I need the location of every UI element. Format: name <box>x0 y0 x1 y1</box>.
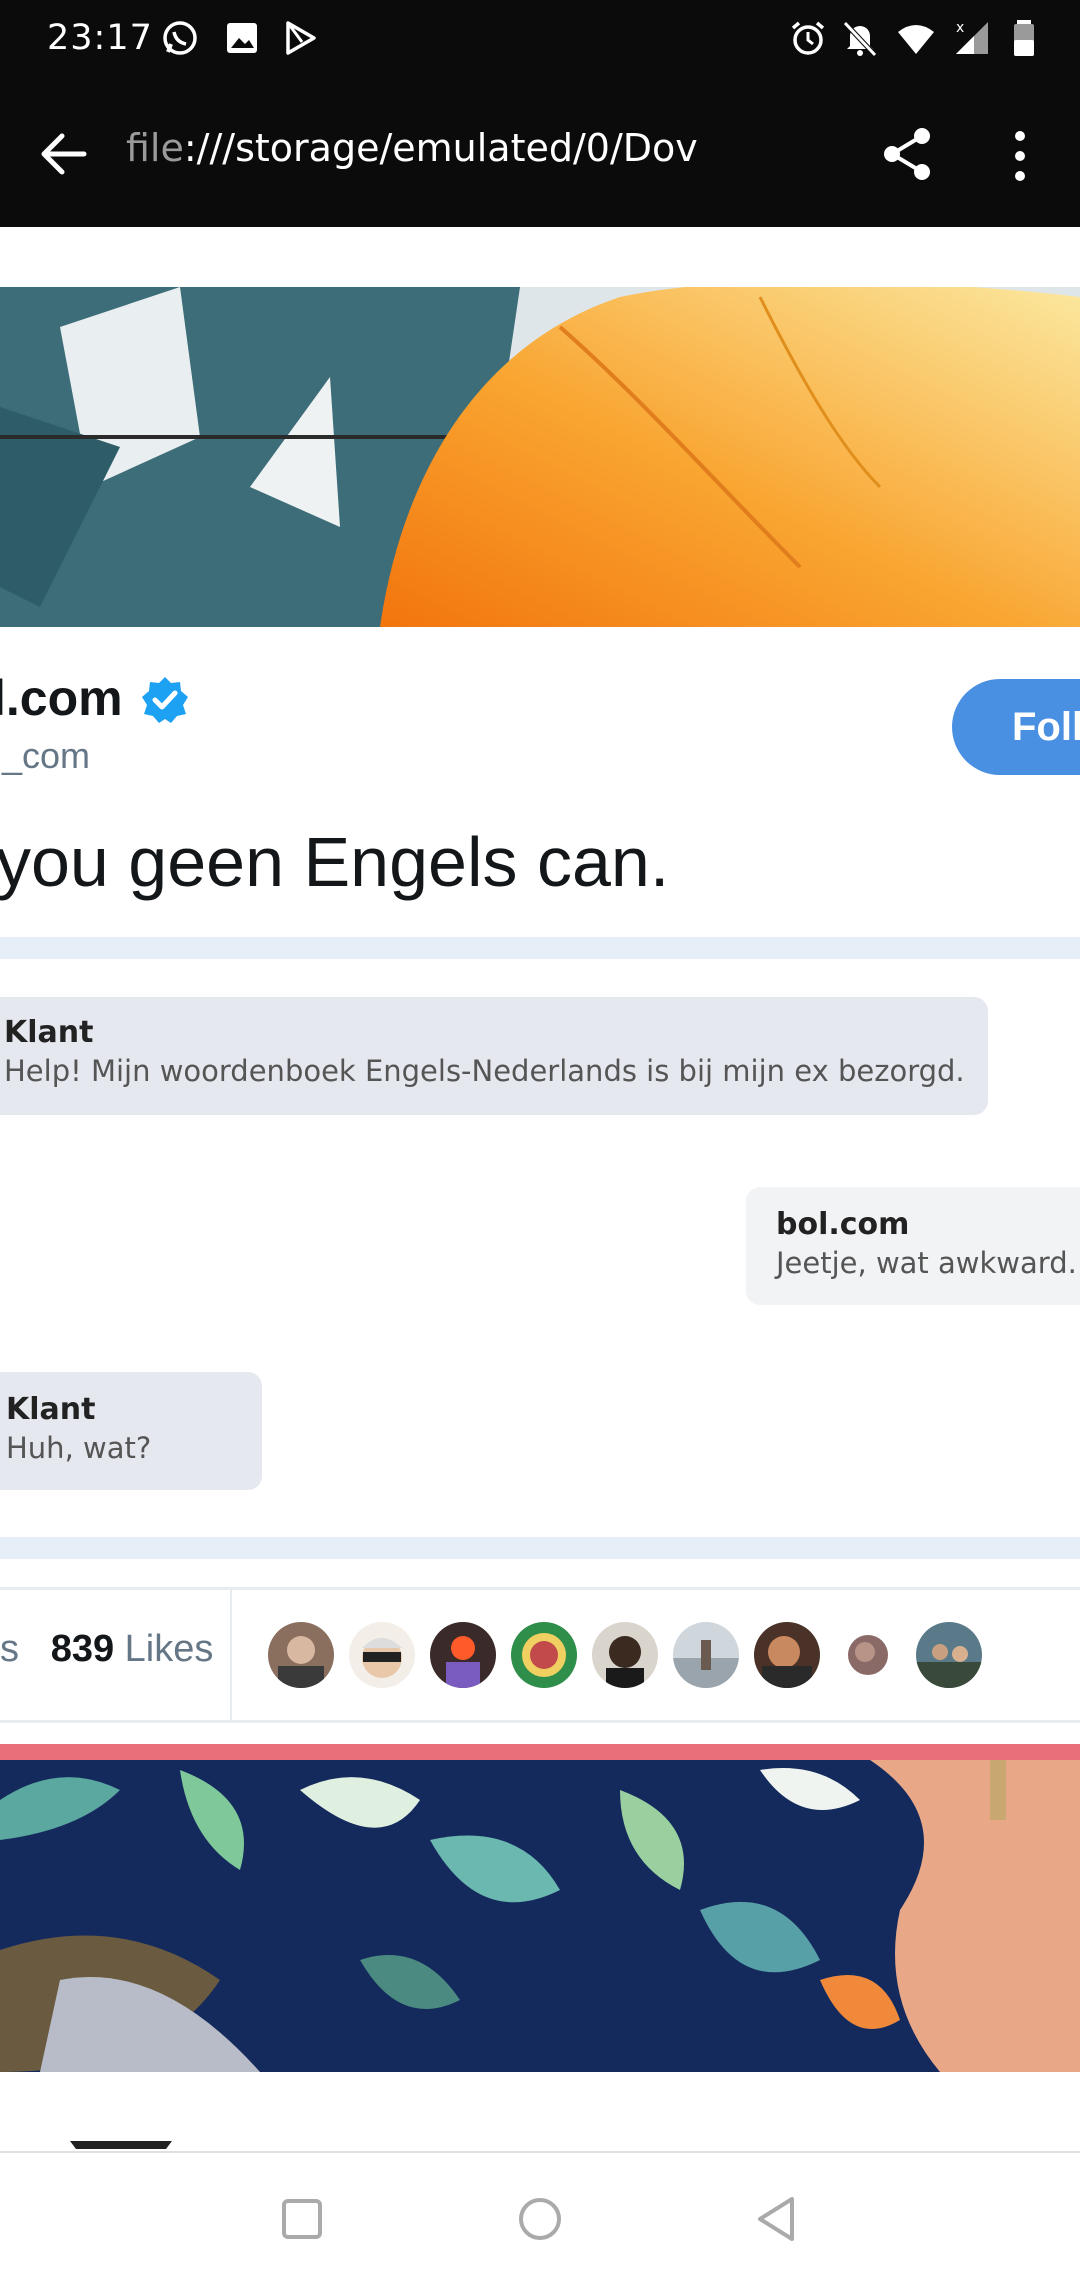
signal-icon: x <box>956 20 988 54</box>
recents-icon[interactable] <box>272 2189 332 2249</box>
url-scheme: file <box>126 126 184 170</box>
url-field[interactable]: file:///storage/emulated/0/Dov <box>126 126 742 170</box>
likes-number: 839 <box>50 1628 115 1670</box>
tweet-stats: s 839 Likes <box>0 1587 1080 1723</box>
chat-sender: Klant <box>4 1015 94 1050</box>
battery-icon <box>1014 20 1034 56</box>
avatar[interactable] <box>835 1622 901 1688</box>
chat-bubble: Klant Huh, wat? <box>0 1372 262 1490</box>
avatar[interactable] <box>673 1622 739 1688</box>
play-store-icon <box>286 21 316 55</box>
chat-message: Jeetje, wat awkward. <box>776 1246 1077 1280</box>
floral-image <box>0 1760 1080 2072</box>
gallery-icon <box>227 23 257 53</box>
toolbar: file:///storage/emulated/0/Dov <box>0 80 1080 227</box>
page-content[interactable]: l.com l_com Foll you geen Engels can. Kl… <box>0 227 1080 2151</box>
status-bar: 23:17 x <box>0 0 1080 80</box>
section-divider <box>0 1744 1080 1760</box>
back-arrow-icon[interactable] <box>30 120 98 188</box>
avatar[interactable] <box>916 1622 982 1688</box>
chat-sender: Klant <box>6 1392 96 1427</box>
stats-prefix: s <box>0 1628 19 1670</box>
chat-bubble: Klant Help! Mijn woordenboek Engels-Nede… <box>0 997 988 1115</box>
wifi-icon <box>898 25 934 54</box>
chat-bottom-border <box>0 1537 1080 1559</box>
avatar[interactable] <box>268 1622 334 1688</box>
navigation-bar <box>0 2151 1080 2282</box>
chat-top-border <box>0 937 1080 959</box>
avatar[interactable] <box>592 1622 658 1688</box>
svg-text:x: x <box>956 20 964 36</box>
likes-label: Likes <box>124 1628 214 1670</box>
account-handle: l_com <box>0 735 91 776</box>
avatar[interactable] <box>754 1622 820 1688</box>
notifications-off-icon <box>843 21 877 57</box>
chat-image: Klant Help! Mijn woordenboek Engels-Nede… <box>0 937 1080 1559</box>
follow-button[interactable]: Foll <box>952 679 1080 775</box>
avatar[interactable] <box>511 1622 577 1688</box>
status-time: 23:17 <box>47 18 153 58</box>
chat-message: Help! Mijn woordenboek Engels-Nederlands… <box>4 1054 965 1088</box>
chat-sender: bol.com <box>776 1207 910 1242</box>
chat-bubble: bol.com Jeetje, wat awkward. <box>746 1187 1080 1305</box>
home-icon[interactable] <box>510 2189 570 2249</box>
alarm-icon <box>791 21 825 55</box>
more-vert-icon[interactable] <box>1000 124 1040 188</box>
whatsapp-icon <box>163 21 197 55</box>
avatar[interactable] <box>349 1622 415 1688</box>
account-name[interactable]: l.com <box>0 669 123 727</box>
chat-message: Huh, wat? <box>6 1431 152 1465</box>
back-icon[interactable] <box>748 2189 808 2249</box>
hero-image <box>0 287 1080 627</box>
tweet-text: you geen Engels can. <box>0 823 670 901</box>
likes-count[interactable]: s 839 Likes <box>0 1628 213 1671</box>
share-icon[interactable] <box>878 124 938 184</box>
avatar[interactable] <box>430 1622 496 1688</box>
verified-icon <box>142 677 188 723</box>
stats-divider <box>230 1590 232 1720</box>
url-path: :///storage/emulated/0/Dov <box>183 126 698 170</box>
partial-icon <box>70 2141 172 2149</box>
